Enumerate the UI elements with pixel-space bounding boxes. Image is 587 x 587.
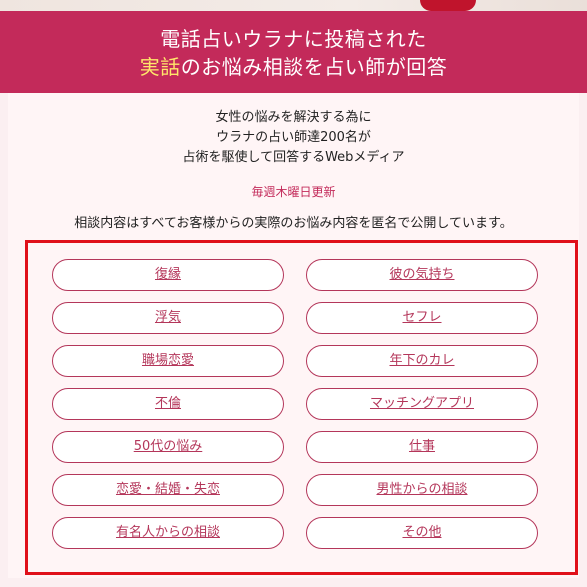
category-button-sefure[interactable]: セフレ — [306, 302, 538, 334]
banner-title-line2: 実話のお悩み相談を占い師が回答 — [0, 53, 587, 81]
banner-title-rest: のお悩み相談を占い師が回答 — [180, 55, 448, 79]
category-button-celebrity-consultation[interactable]: 有名人からの相談 — [52, 517, 284, 549]
red-cup-image — [420, 0, 476, 11]
category-button-50s-worries[interactable]: 50代の悩み — [52, 431, 284, 463]
description-line2: ウラナの占い師達200名が — [216, 130, 371, 145]
category-button-younger-boyfriend[interactable]: 年下のカレ — [306, 345, 538, 377]
category-button-matching-app[interactable]: マッチングアプリ — [306, 388, 538, 420]
anonymity-notice: 相談内容はすべてお客様からの実際のお悩み内容を匿名で公開しています。 — [74, 216, 513, 231]
category-button-affair[interactable]: 不倫 — [52, 388, 284, 420]
description-line1: 女性の悩みを解決する為に — [215, 110, 372, 125]
category-button-love-marriage-heartbreak[interactable]: 恋愛・結婚・失恋 — [52, 474, 284, 506]
banner-highlight: 実話 — [139, 55, 181, 79]
site-description: 女性の悩みを解決する為に ウラナの占い師達200名が 占術を駆使して回答するWe… — [0, 108, 587, 168]
banner-title-line1: 電話占いウラナに投稿された — [160, 27, 427, 51]
category-button-other[interactable]: その他 — [306, 517, 538, 549]
category-button-work[interactable]: 仕事 — [306, 431, 538, 463]
category-button-uwaki[interactable]: 浮気 — [52, 302, 284, 334]
description-line3: 占術を駆使して回答するWebメディア — [182, 150, 405, 165]
category-button-office-romance[interactable]: 職場恋愛 — [52, 345, 284, 377]
bottom-edge — [8, 578, 579, 587]
category-button-fukuen[interactable]: 復縁 — [52, 259, 284, 291]
weekly-update-label: 毎週木曜日更新 — [251, 185, 336, 199]
category-button-mens-consultation[interactable]: 男性からの相談 — [306, 474, 538, 506]
header-photo-strip — [0, 0, 587, 11]
category-button-kare-no-kimochi[interactable]: 彼の気持ち — [306, 259, 538, 291]
title-banner: 電話占いウラナに投稿された 実話のお悩み相談を占い師が回答 — [0, 11, 587, 93]
